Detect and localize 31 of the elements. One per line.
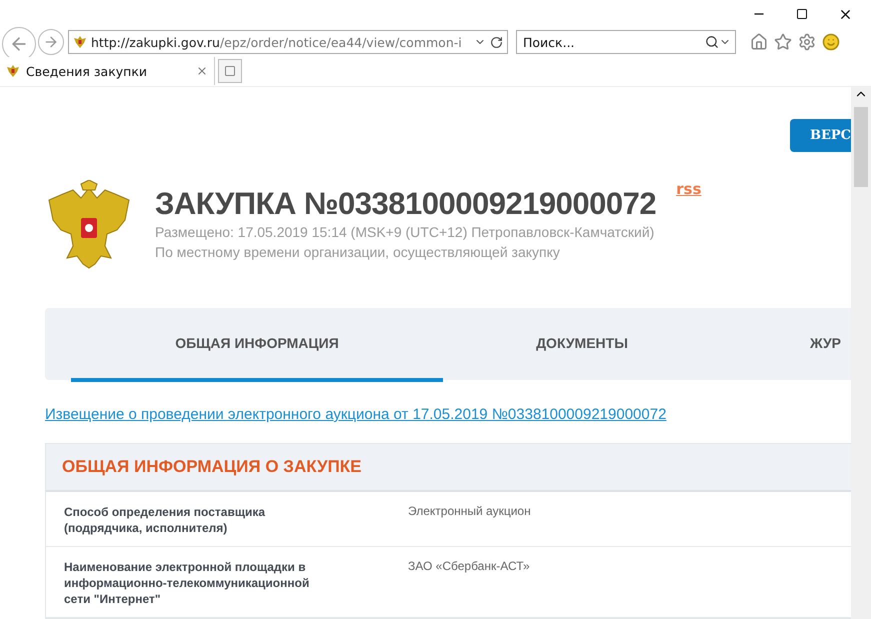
address-bar[interactable]: http://zakupki.gov.ru/epz/order/notice/ea44/view/common-i [68,30,508,54]
page-tab[interactable]: ДОКУМЕНТЫ [443,308,721,382]
url-text: http://zakupki.gov.ru/epz/order/notice/ea44/view/common-i [91,34,463,50]
field-label: Наименование электронной площадки в информационно-телекоммуникационной сети "Интернет" [64,559,310,607]
page-icon [224,65,236,77]
field-value: Электронный аукцион [408,504,531,520]
search-box[interactable]: Поиск... [516,30,736,54]
field-label: Способ определения поставщика (подрядчика, исполнителя) [64,504,266,536]
smiley-icon[interactable] [822,33,840,51]
refresh-icon[interactable] [490,36,503,48]
version-button[interactable]: ВЕРС [790,119,851,152]
scrollbar[interactable] [851,87,871,619]
coat-of-arms-icon [73,35,87,49]
section-title: ОБЩАЯ ИНФОРМАЦИЯ О ЗАКУПКЕ [62,457,362,477]
notice-link[interactable]: Извещение о проведении электронного аукциона от 17.05.2019 №0338100009219000072 [45,406,666,423]
page-tab[interactable]: ОБЩАЯ ИНФОРМАЦИЯ [71,308,443,382]
page-tab[interactable]: ЖУР [721,308,841,382]
forward-button[interactable] [38,29,64,55]
new-tab-button[interactable] [218,59,242,83]
settings-icon[interactable] [798,33,816,51]
procurement-title: ЗАКУПКА №0338100009219000072 [155,186,656,222]
star-icon[interactable] [774,33,792,51]
time-note: По местному времени организации, осуществляющей закупку [155,243,561,262]
home-icon[interactable] [750,33,768,51]
field-value: ЗАО «Сбербанк-АСТ» [408,559,530,575]
search-icon[interactable] [705,35,719,49]
scrollbar-thumb[interactable] [854,107,868,187]
maximize-icon[interactable] [796,8,808,20]
posted-date: Размещено: 17.05.2019 15:14 (MSK+9 (UTC+12) Петропавловск-Камчатский) [155,223,656,242]
coat-of-arms-icon [6,64,20,78]
forward-arrow-icon [43,34,59,50]
